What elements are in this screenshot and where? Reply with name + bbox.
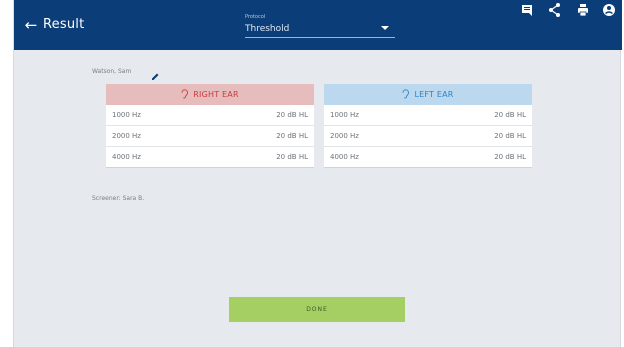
chevron-down-icon <box>381 26 389 30</box>
table-row: 1000 Hz 20 dB HL <box>106 105 314 126</box>
protocol-value: Threshold <box>245 24 290 34</box>
frequency: 4000 Hz <box>112 153 141 161</box>
left-ear-card: LEFT EAR 1000 Hz 20 dB HL 2000 Hz 20 dB … <box>324 84 532 168</box>
right-ear-header: RIGHT EAR <box>106 84 314 105</box>
patient-name: Watson, Sam <box>92 68 132 75</box>
left-ear-title: LEFT EAR <box>414 90 454 99</box>
frequency: 1000 Hz <box>112 111 141 119</box>
table-row: 4000 Hz 20 dB HL <box>106 147 314 168</box>
arrow-left-icon[interactable]: ← <box>22 15 40 35</box>
protocol-underline <box>245 37 395 38</box>
done-button[interactable]: DONE <box>229 297 405 322</box>
threshold-level: 20 dB HL <box>276 132 308 140</box>
frequency: 2000 Hz <box>112 132 141 140</box>
ear-icon <box>402 88 410 101</box>
left-ear-results: 1000 Hz 20 dB HL 2000 Hz 20 dB HL 4000 H… <box>324 105 532 168</box>
threshold-level: 20 dB HL <box>494 132 526 140</box>
table-row: 2000 Hz 20 dB HL <box>106 126 314 147</box>
threshold-level: 20 dB HL <box>276 153 308 161</box>
frequency: 1000 Hz <box>330 111 359 119</box>
pencil-icon[interactable] <box>150 67 160 80</box>
table-row: 1000 Hz 20 dB HL <box>324 105 532 126</box>
comment-icon[interactable] <box>518 0 536 20</box>
right-ear-card: RIGHT EAR 1000 Hz 20 dB HL 2000 Hz 20 dB… <box>106 84 314 168</box>
protocol-label: Protocol <box>245 14 266 20</box>
frequency: 2000 Hz <box>330 132 359 140</box>
threshold-level: 20 dB HL <box>494 111 526 119</box>
share-icon[interactable] <box>546 0 564 20</box>
table-row: 2000 Hz 20 dB HL <box>324 126 532 147</box>
table-row: 4000 Hz 20 dB HL <box>324 147 532 168</box>
print-icon[interactable] <box>574 0 592 20</box>
account-icon[interactable] <box>600 0 618 20</box>
frequency: 4000 Hz <box>330 153 359 161</box>
threshold-level: 20 dB HL <box>276 111 308 119</box>
right-ear-title: RIGHT EAR <box>193 90 239 99</box>
left-ear-header: LEFT EAR <box>324 84 532 105</box>
app-bar: ← Result Protocol Threshold <box>14 0 622 50</box>
threshold-level: 20 dB HL <box>494 153 526 161</box>
ear-icon <box>181 88 189 101</box>
right-ear-results: 1000 Hz 20 dB HL 2000 Hz 20 dB HL 4000 H… <box>106 105 314 168</box>
page-title: Result <box>43 17 85 32</box>
protocol-select[interactable]: Protocol Threshold <box>245 14 395 38</box>
screener-name: Screener: Sara B. <box>92 195 145 202</box>
app-frame: ← Result Protocol Threshold Watson, Sam <box>13 0 622 347</box>
